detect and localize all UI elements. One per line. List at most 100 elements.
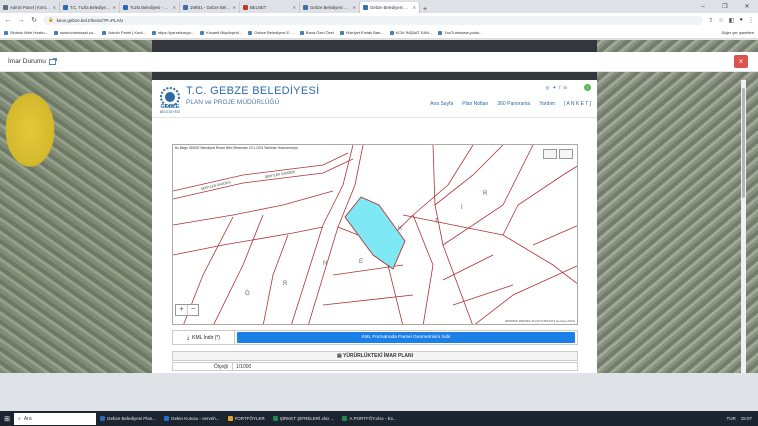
- bookmark-favicon-icon: [248, 30, 253, 35]
- tab-close-icon[interactable]: ✕: [113, 5, 116, 10]
- site-menu: Ana Sayfa Plan Notları 360 Panorama Yardım […: [430, 101, 591, 107]
- bookmark-item[interactable]: Sinirsiz Web Hostin...: [4, 30, 48, 35]
- parcel-map[interactable]: ŞEHİTLER CADDESİ ŞEHİTLER CADDESİ Ö R N …: [172, 144, 578, 325]
- site-menu-item[interactable]: Ana Sayfa: [430, 101, 453, 107]
- other-bookmarks[interactable]: Diğer yer işaretleri: [722, 30, 754, 35]
- taskbar-search[interactable]: ⌕ Ara: [14, 412, 96, 425]
- close-window-icon[interactable]: ✕: [736, 3, 758, 10]
- bookmark-label: Admin Panel | Kont...: [108, 30, 146, 35]
- new-tab-button[interactable]: +: [420, 6, 430, 13]
- measure-tool-icon[interactable]: [543, 149, 557, 159]
- map-note: Bu Belge GEBZE Belediyesi Resmi Web Site…: [175, 146, 299, 150]
- zoom-out-button[interactable]: −: [187, 305, 198, 315]
- tab-favicon-icon: [183, 5, 188, 10]
- site-menu-item[interactable]: 360 Panorama: [497, 101, 530, 107]
- browser-tab[interactable]: Tuzla Belediyesi - NetGIS Harita✕: [120, 2, 180, 13]
- bookmark-item[interactable]: Kocaeli Büyükşehi...: [200, 30, 242, 35]
- download-actions: ⤓ KML İndir (*) XML Formatında Parsel Ge…: [172, 330, 578, 345]
- tab-favicon-icon: [123, 5, 128, 10]
- browser-tab[interactable]: Gebze Belediyesi Plan Sayfası✕: [360, 2, 420, 13]
- star-icon[interactable]: ☆: [718, 17, 723, 24]
- page-scrollbar[interactable]: [741, 80, 746, 373]
- tab-favicon-icon: [243, 5, 248, 10]
- tab-close-icon[interactable]: ✕: [293, 5, 296, 10]
- menu-dots-icon[interactable]: ⋮: [748, 17, 754, 24]
- area-letter: R: [483, 191, 488, 197]
- facebook-icon[interactable]: f: [559, 85, 560, 91]
- bookmark-favicon-icon: [102, 30, 107, 35]
- site-header: GEBZE BELEDİYESİ T.C. GEBZE BELEDİYESİ P…: [152, 80, 597, 118]
- browser-tab[interactable]: 198/41 - Gebze Belediyesi E-İmar✕: [180, 2, 240, 13]
- current-plan-title: YÜRÜRLÜKTEKİ İMAR PLANI: [343, 353, 414, 359]
- bookmark-item[interactable]: YouTubewww.youtu...: [438, 30, 483, 35]
- xml-download-button[interactable]: XML Formatında Parsel Geometrisini İndir: [237, 332, 575, 343]
- aerial-photo-right: [597, 40, 758, 373]
- help-badge-icon[interactable]: i: [584, 84, 591, 91]
- taskbar-app-label: ŞİRKET ŞİFRELERİ.xlsx ...: [279, 416, 335, 421]
- taskbar-app[interactable]: A.PORTFÖY.xlsx - Ex...: [338, 411, 400, 426]
- browser-tab[interactable]: T.C. Tuzla Belediyesi Resmi Web✕: [60, 2, 120, 13]
- reload-icon[interactable]: ↻: [30, 16, 38, 24]
- tab-close-icon[interactable]: ✕: [53, 5, 56, 10]
- site-menu-item[interactable]: Yardım: [539, 101, 555, 107]
- tab-close-icon[interactable]: ✕: [173, 5, 176, 10]
- extensions-icon[interactable]: ◧: [729, 17, 735, 24]
- profile-icon[interactable]: ●: [739, 17, 743, 24]
- org-name: T.C. GEBZE BELEDİYESİ: [186, 85, 320, 97]
- app-icon: [342, 416, 348, 421]
- url-input[interactable]: 🔒 keos.gebze.bel.tr/keos/?P=PLAN: [43, 15, 704, 25]
- twitter-icon[interactable]: ✦: [552, 85, 556, 91]
- tab-close-icon[interactable]: ✕: [233, 5, 236, 10]
- system-tray: TUR 15:07: [726, 416, 758, 421]
- zoom-controls: + −: [175, 304, 199, 316]
- site-menu-item[interactable]: Plan Notları: [462, 101, 488, 107]
- modal-header: İmar Durumu ×: [0, 52, 758, 72]
- browser-tab[interactable]: Admin Panel | Kontrol Panel✕: [0, 2, 60, 13]
- forward-icon[interactable]: →: [17, 17, 25, 24]
- taskbar-app[interactable]: FORTFÖYLER: [224, 411, 269, 426]
- print-tool-icon[interactable]: [559, 149, 573, 159]
- modal-title: İmar Durumu: [8, 58, 46, 65]
- tab-label: Gebze Belediyesi Plan Sayfası: [370, 5, 411, 10]
- tray-time[interactable]: 15:07: [741, 416, 752, 421]
- area-letter: E: [359, 259, 363, 265]
- zoom-in-button[interactable]: +: [176, 305, 187, 315]
- tray-lang[interactable]: TUR: [726, 416, 735, 421]
- taskbar-app[interactable]: ŞİRKET ŞİFRELERİ.xlsx ...: [269, 411, 339, 426]
- bookmark-item[interactable]: Admin Panel | Kont...: [102, 30, 146, 35]
- kml-download-button[interactable]: ⤓ KML İndir (*): [173, 330, 235, 345]
- window-controls: – ❐ ✕: [692, 0, 758, 13]
- bookmark-item[interactable]: Gebze Belediyesi E-...: [248, 30, 294, 35]
- instagram-icon[interactable]: ◎: [546, 85, 550, 91]
- bookmark-item[interactable]: Hürriyet Emlak Ban...: [339, 30, 384, 35]
- bookmark-favicon-icon: [339, 30, 344, 35]
- site-menu-item[interactable]: [ A N K E T ]: [564, 101, 591, 107]
- bookmark-label: YouTubewww.youtu...: [444, 30, 483, 35]
- bookmark-item[interactable]: Bana Özel Özel: [299, 30, 334, 35]
- bookmark-item[interactable]: https://parselsorgu...: [151, 30, 195, 35]
- plan-row: Ölçeği 1/1000: [172, 362, 578, 371]
- maximize-icon[interactable]: ❐: [714, 3, 736, 10]
- bookmark-favicon-icon: [4, 30, 8, 35]
- area-letter: K: [398, 226, 402, 232]
- minimize-icon[interactable]: –: [692, 4, 714, 10]
- scrollbar-thumb[interactable]: [742, 88, 745, 198]
- tab-close-icon[interactable]: ✕: [353, 5, 356, 10]
- browser-tab[interactable]: BELNET ✕: [240, 2, 300, 13]
- area-letter: T: [435, 219, 439, 225]
- linkedin-icon[interactable]: in: [563, 85, 567, 91]
- browser-tab[interactable]: Gebze Belediyesi E-İmar Uygulama✕: [300, 2, 360, 13]
- bookmark-item[interactable]: www.kominsaat.co...: [53, 30, 96, 35]
- windows-start-icon[interactable]: ⊞: [0, 415, 14, 423]
- external-window-icon[interactable]: [49, 58, 57, 65]
- bookmark-item[interactable]: KCM İNŞAAT SAN...: [389, 30, 432, 35]
- bookmark-label: https://parselsorgu...: [157, 30, 195, 35]
- modal-close-button[interactable]: ×: [734, 55, 748, 68]
- taskbar-app[interactable]: Gebze Belediyesi Plan...: [96, 411, 160, 426]
- back-icon[interactable]: ←: [4, 17, 12, 24]
- share-icon[interactable]: ⇪: [708, 17, 713, 24]
- tab-close-icon[interactable]: ✕: [413, 5, 416, 10]
- bookmark-label: Hürriyet Emlak Ban...: [345, 30, 384, 35]
- taskbar-app[interactable]: Gelen Kutusu - serveh...: [160, 411, 224, 426]
- bookmark-favicon-icon: [438, 30, 443, 35]
